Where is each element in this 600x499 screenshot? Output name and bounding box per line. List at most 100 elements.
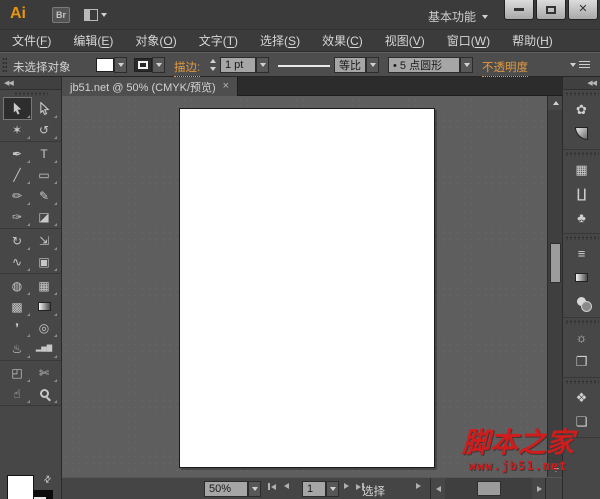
vertical-scrollbar[interactable]: [547, 96, 563, 477]
stroke-color-swatch[interactable]: [134, 58, 152, 72]
menu-help[interactable]: 帮助(H): [512, 32, 553, 49]
layers-panel-button[interactable]: ❖: [567, 386, 597, 408]
pen-tool[interactable]: ✒: [4, 143, 31, 164]
width-tool[interactable]: ∿: [4, 251, 31, 272]
menu-file[interactable]: 文件(F): [12, 32, 51, 49]
direct-selection-tool[interactable]: [31, 98, 58, 119]
zoom-tool[interactable]: [31, 383, 58, 404]
workspace-switcher[interactable]: 基本功能: [428, 8, 489, 25]
panel-grip: [564, 320, 599, 324]
menu-window[interactable]: 窗口(W): [447, 32, 490, 49]
maximize-button[interactable]: [536, 0, 566, 20]
artboard-number-field[interactable]: 1: [302, 481, 326, 497]
artboard[interactable]: [179, 108, 435, 468]
line-segment-tool[interactable]: ╱: [4, 164, 31, 185]
lasso-tool[interactable]: ↺: [31, 119, 58, 140]
control-panel-menu-button[interactable]: [570, 61, 590, 69]
perspective-grid-tool-icon: ▦: [38, 278, 50, 293]
selection-tool[interactable]: [2, 97, 32, 120]
transparency-panel-button[interactable]: [567, 290, 597, 312]
magic-wand-tool[interactable]: ✶: [4, 119, 31, 140]
status-bar: 50% 1 选择: [62, 477, 562, 499]
zoom-level-field[interactable]: 50%: [204, 481, 248, 497]
scroll-left-button[interactable]: [431, 478, 445, 499]
menu-type[interactable]: 文字(T): [199, 32, 238, 49]
gradient-panel-button[interactable]: [567, 266, 597, 288]
tools-panel-header[interactable]: ◀◀: [0, 77, 61, 90]
arrange-documents-button[interactable]: [84, 7, 110, 23]
paintbrush-tool[interactable]: ✏: [4, 185, 31, 206]
hand-tool[interactable]: ☝: [4, 383, 31, 404]
tab-close-icon[interactable]: ×: [223, 81, 229, 92]
color-panel-icon: ✿: [576, 101, 587, 117]
stroke-profile-field[interactable]: 等比: [334, 57, 366, 73]
stroke-panel-button[interactable]: ≡: [567, 242, 597, 264]
perspective-grid-tool[interactable]: ▦: [31, 275, 58, 296]
appearance-panel-button[interactable]: ☼: [567, 326, 597, 348]
blend-tool[interactable]: ◎: [31, 317, 58, 338]
menu-select[interactable]: 选择(S): [260, 32, 300, 49]
stroke-width-stepper[interactable]: [208, 57, 218, 73]
bridge-button[interactable]: Br: [52, 7, 70, 23]
zoom-level-dropdown[interactable]: [248, 481, 261, 497]
artboard-number-dropdown[interactable]: [326, 481, 339, 497]
stroke-color-dropdown[interactable]: [152, 57, 165, 73]
transparency-panel-icon: [577, 296, 592, 312]
stroke-panel-link[interactable]: 描边:: [174, 59, 201, 77]
blob-brush-tool[interactable]: ✑: [4, 206, 31, 227]
swap-fill-stroke-icon[interactable]: ⇄: [41, 473, 54, 486]
color-panel-button[interactable]: ✿: [567, 98, 597, 120]
first-artboard-button[interactable]: [268, 483, 276, 490]
vertical-scrollbar-thumb[interactable]: [550, 243, 561, 283]
menu-effect[interactable]: 效果(C): [322, 32, 363, 49]
type-tool[interactable]: T: [31, 143, 58, 164]
fill-swatch[interactable]: [7, 475, 34, 499]
next-artboard-button[interactable]: [344, 483, 349, 489]
brushes-panel-button[interactable]: ∐: [567, 182, 597, 204]
stroke-width-field[interactable]: 1 pt: [220, 57, 256, 73]
horizontal-scrollbar-thumb[interactable]: [477, 481, 501, 496]
scroll-up-button[interactable]: [548, 96, 563, 110]
graphic-styles-panel-button[interactable]: ❐: [567, 350, 597, 372]
rectangle-tool[interactable]: ▭: [31, 164, 58, 185]
menu-view[interactable]: 视图(V): [385, 32, 425, 49]
free-transform-tool[interactable]: ▣: [31, 251, 58, 272]
brush-definition-dropdown[interactable]: [460, 57, 473, 73]
close-button[interactable]: ✕: [568, 0, 598, 20]
stroke-profile-dropdown[interactable]: [366, 57, 379, 73]
fill-color-swatch[interactable]: [96, 58, 114, 72]
symbol-sprayer-tool[interactable]: ♨: [4, 338, 31, 359]
artboard-tool[interactable]: ◰: [4, 362, 31, 383]
slice-tool[interactable]: ✄: [31, 362, 58, 383]
symbols-panel-button[interactable]: ♣: [567, 206, 597, 228]
status-menu-button[interactable]: [416, 483, 421, 489]
scale-tool[interactable]: ⇲: [31, 230, 58, 251]
menu-edit[interactable]: 编辑(E): [73, 32, 113, 49]
brush-definition-field[interactable]: • 5 点圆形: [388, 57, 460, 73]
pencil-tool[interactable]: ✎: [31, 185, 58, 206]
minimize-button[interactable]: [504, 0, 534, 20]
eyedropper-tool[interactable]: ❜: [4, 317, 31, 338]
mesh-tool[interactable]: ▩: [4, 296, 31, 317]
fill-color-dropdown[interactable]: [114, 57, 127, 73]
column-graph-tool[interactable]: ▂▅▇: [31, 338, 58, 359]
gradient-tool[interactable]: [31, 296, 58, 317]
document-tab[interactable]: jb51.net @ 50% (CMYK/预览) ×: [62, 77, 239, 96]
dock-header[interactable]: ◀◀: [563, 77, 600, 90]
color-guide-panel-button[interactable]: [567, 122, 597, 144]
shape-builder-tool[interactable]: ◍: [4, 275, 31, 296]
opacity-panel-link[interactable]: 不透明度: [482, 59, 528, 77]
previous-artboard-button[interactable]: [284, 483, 289, 489]
fill-stroke-indicator: ⇄: [0, 473, 62, 499]
free-transform-tool-icon: ▣: [38, 254, 50, 269]
rotate-tool[interactable]: ↻: [4, 230, 31, 251]
menu-object[interactable]: 对象(O): [135, 32, 176, 49]
horizontal-scrollbar[interactable]: [430, 478, 546, 499]
control-bar: 未选择对象 描边: 1 pt 等比 • 5 点圆形 不透明度: [0, 52, 600, 77]
scroll-right-button[interactable]: [532, 478, 546, 499]
mesh-tool-icon: ▩: [11, 299, 23, 314]
stroke-width-dropdown[interactable]: [256, 57, 269, 73]
eraser-tool[interactable]: ◪: [31, 206, 58, 227]
canvas[interactable]: [62, 96, 547, 477]
swatches-panel-button[interactable]: ▦: [567, 158, 597, 180]
